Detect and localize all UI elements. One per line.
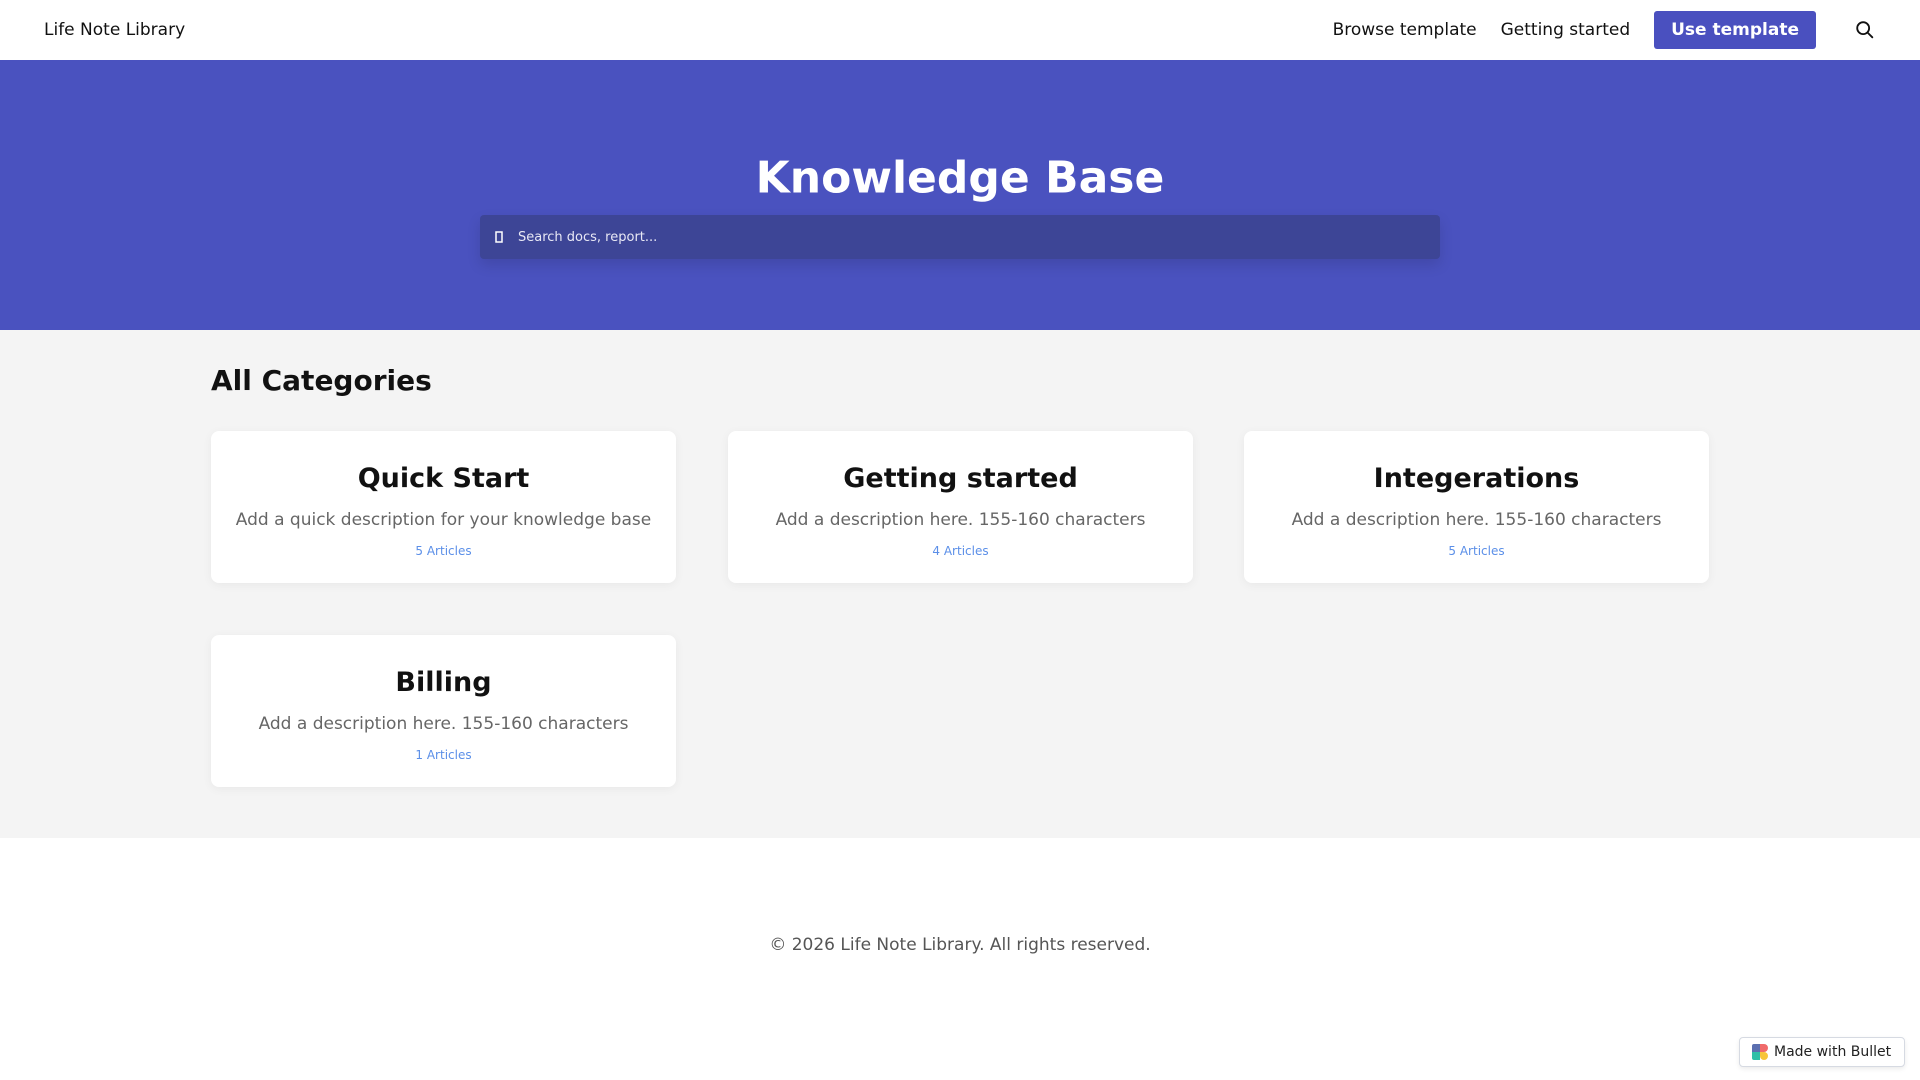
search-icon [495,231,503,243]
badge-label: Made with Bullet [1774,1044,1892,1060]
bullet-logo-icon [1752,1044,1768,1060]
nav-getting-started[interactable]: Getting started [1501,20,1631,40]
article-count[interactable]: 5 Articles [211,544,676,558]
category-card[interactable]: Getting started Add a description here. … [728,431,1193,583]
search-bar [480,215,1440,259]
category-card[interactable]: Integerations Add a description here. 15… [1244,431,1709,583]
use-template-button[interactable]: Use template [1654,11,1816,49]
nav-browse-template[interactable]: Browse template [1333,20,1477,40]
page-title: Knowledge Base [755,152,1165,204]
made-with-bullet-badge[interactable]: Made with Bullet [1739,1037,1905,1067]
copyright-text: © 2026 Life Note Library. All rights res… [769,935,1151,955]
site-brand[interactable]: Life Note Library [44,20,185,40]
section-heading: All Categories [211,364,432,397]
category-card[interactable]: Quick Start Add a quick description for … [211,431,676,583]
category-description: Add a description here. 155-160 characte… [775,510,1146,530]
search-icon[interactable] [1854,19,1876,41]
category-card[interactable]: Billing Add a description here. 155-160 … [211,635,676,787]
hero: Knowledge Base [0,60,1920,330]
categories-section: All Categories Quick Start Add a quick d… [0,330,1920,838]
category-description: Add a description here. 155-160 characte… [258,714,629,734]
footer: © 2026 Life Note Library. All rights res… [0,838,1920,955]
article-count[interactable]: 1 Articles [211,748,676,762]
category-title: Integerations [1373,463,1580,494]
category-title: Getting started [843,463,1078,494]
category-title: Billing [395,667,492,698]
category-description: Add a quick description for your knowled… [235,510,652,530]
top-nav: Life Note Library Browse template Gettin… [0,0,1920,60]
category-title: Quick Start [357,463,530,494]
article-count[interactable]: 5 Articles [1244,544,1709,558]
search-input[interactable] [518,229,1418,245]
article-count[interactable]: 4 Articles [728,544,1193,558]
category-description: Add a description here. 155-160 characte… [1291,510,1662,530]
